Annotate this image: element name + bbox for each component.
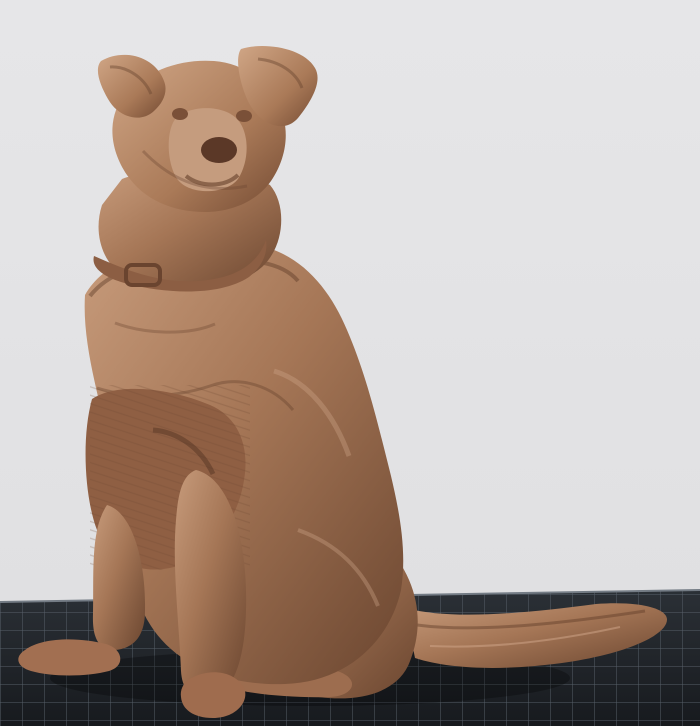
- 3d-viewport[interactable]: [0, 0, 700, 726]
- dog-nose: [201, 137, 237, 163]
- 3d-scene[interactable]: [0, 0, 700, 726]
- dog-front-paw-right: [180, 672, 246, 718]
- dog-eye-right: [236, 110, 252, 122]
- dog-eye-left: [172, 108, 188, 120]
- ear-left: [97, 54, 166, 118]
- dog-model[interactable]: [18, 46, 668, 718]
